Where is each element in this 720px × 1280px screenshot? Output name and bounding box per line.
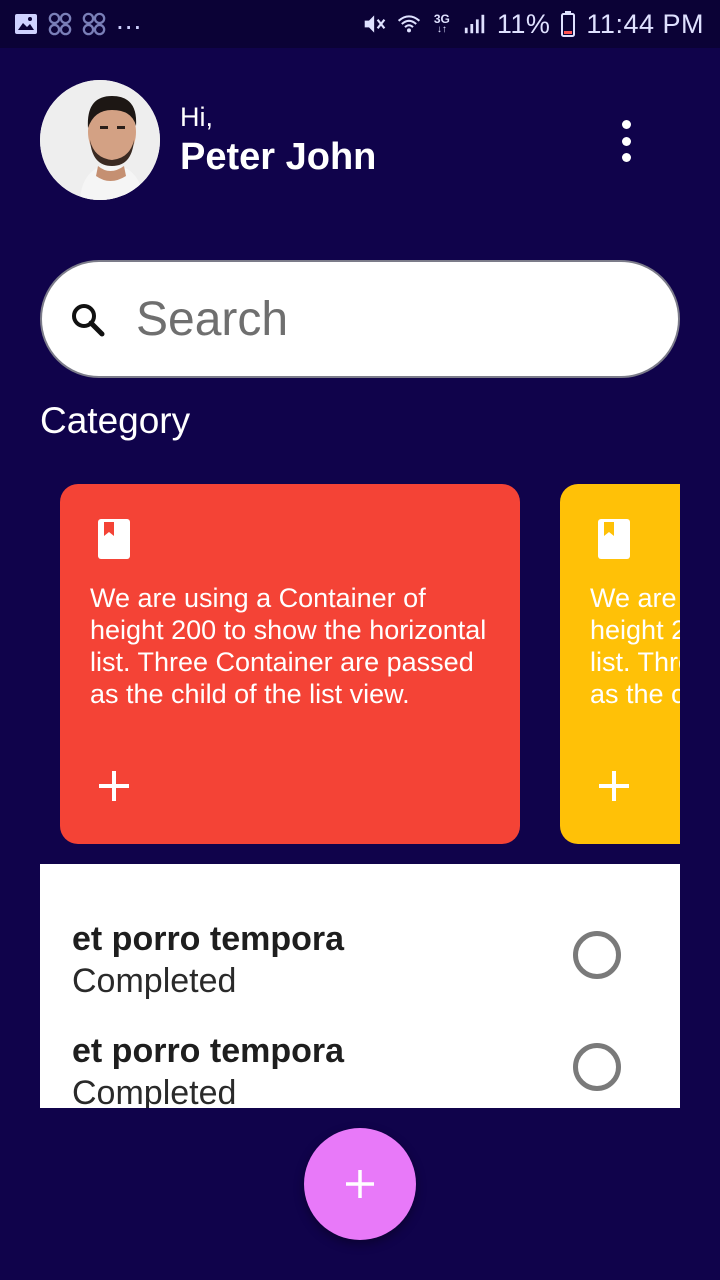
task-list[interactable]: et porro tempora Completed et porro temp… bbox=[40, 864, 680, 1108]
network-type-icon: 3G ↓↑ bbox=[433, 12, 450, 35]
task-radio-button[interactable] bbox=[573, 931, 621, 979]
card-description: We are using a Container of height 200 t… bbox=[590, 583, 680, 709]
category-list[interactable]: We are using a Container of height 200 t… bbox=[40, 484, 680, 844]
battery-percent: 11% bbox=[496, 8, 551, 39]
status-left: ... bbox=[14, 4, 142, 36]
mute-icon bbox=[363, 12, 387, 36]
greeting: Hi, bbox=[180, 102, 213, 132]
task-title: et porro tempora bbox=[72, 920, 345, 958]
task-status: Completed bbox=[72, 1074, 237, 1108]
app-grid-icon bbox=[48, 12, 72, 36]
book-icon bbox=[596, 518, 632, 560]
book-icon bbox=[96, 518, 132, 560]
app-grid-icon bbox=[82, 12, 106, 36]
search-input[interactable] bbox=[136, 284, 656, 354]
list-item[interactable]: et porro tempora Completed bbox=[40, 920, 680, 1020]
add-icon[interactable] bbox=[96, 768, 132, 804]
user-avatar-image bbox=[40, 80, 160, 200]
avatar[interactable] bbox=[40, 80, 160, 200]
search-icon bbox=[68, 300, 108, 340]
task-status: Completed bbox=[72, 962, 237, 1000]
battery-icon bbox=[560, 11, 576, 37]
card-description: We are using a Container of height 200 t… bbox=[90, 583, 487, 709]
notification-overflow: ... bbox=[116, 4, 143, 35]
category-title: Category bbox=[40, 400, 191, 441]
add-icon[interactable] bbox=[596, 768, 632, 804]
category-card[interactable]: We are using a Container of height 200 t… bbox=[60, 484, 520, 844]
task-title: et porro tempora bbox=[72, 1032, 345, 1070]
more-vert-icon[interactable] bbox=[612, 120, 640, 162]
wifi-icon bbox=[397, 12, 421, 36]
status-right: 3G ↓↑ 11% 11:44 PM bbox=[363, 9, 704, 40]
signal-icon bbox=[463, 12, 487, 36]
status-time: 11:44 PM bbox=[586, 8, 704, 39]
list-item[interactable]: et porro tempora Completed bbox=[40, 1032, 680, 1108]
add-icon bbox=[346, 1170, 374, 1198]
status-bar: ... 3G ↓↑ 11% 11:44 PM bbox=[0, 0, 720, 48]
category-card[interactable]: We are using a Container of height 200 t… bbox=[560, 484, 680, 844]
user-name: Peter John bbox=[180, 136, 377, 178]
search-bar[interactable] bbox=[40, 260, 680, 378]
task-radio-button[interactable] bbox=[573, 1043, 621, 1091]
add-task-button[interactable] bbox=[304, 1128, 416, 1240]
gallery-icon bbox=[14, 12, 38, 36]
